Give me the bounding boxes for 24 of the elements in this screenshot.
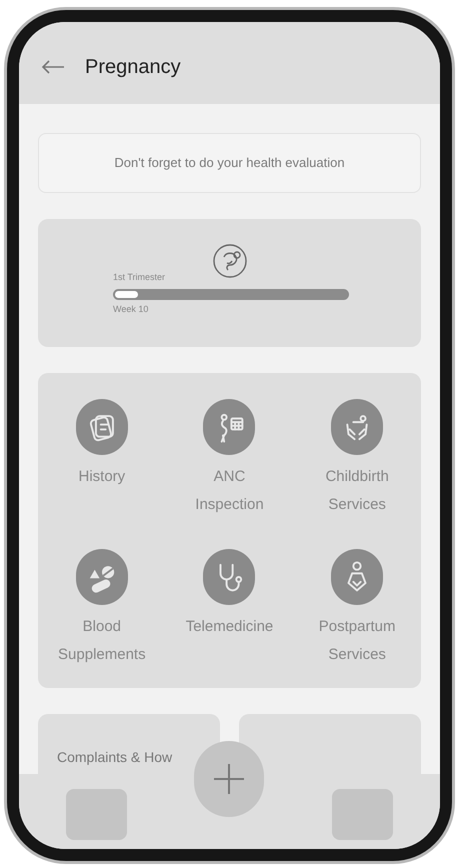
reminder-text: Don't forget to do your health evaluation	[114, 154, 345, 172]
fetus-icon	[212, 243, 248, 279]
service-item[interactable]: Postpartum Services	[293, 548, 421, 676]
service-item[interactable]: Telemedicine	[166, 548, 294, 676]
back-arrow-icon[interactable]	[41, 60, 65, 74]
trimester-label: 1st Trimester	[113, 271, 166, 284]
service-label: History	[77, 467, 126, 487]
service-label: Postpartum Services	[318, 616, 396, 664]
feature-card-title: Complaints & How	[57, 749, 172, 765]
service-label: Blood Supplements	[57, 616, 147, 664]
week-label: Week 10	[113, 302, 150, 316]
service-item[interactable]: Blood Supplements	[38, 548, 166, 676]
nav-tab[interactable]	[332, 789, 393, 840]
service-item[interactable]: History	[38, 399, 166, 527]
service-item[interactable]: ANC Inspection	[166, 399, 294, 527]
service-item[interactable]: Childbirth Services	[293, 399, 421, 527]
plus-icon	[213, 763, 245, 795]
nav-tab[interactable]	[66, 789, 127, 840]
feature-card[interactable]: Complaints & How	[38, 714, 220, 774]
service-label: Childbirth Services	[324, 467, 390, 515]
page-title: Pregnancy	[85, 55, 181, 80]
service-label: ANC Inspection	[194, 467, 265, 515]
reminder-card[interactable]: Don't forget to do your health evaluation	[38, 133, 421, 193]
service-label: Telemedicine	[184, 616, 274, 636]
